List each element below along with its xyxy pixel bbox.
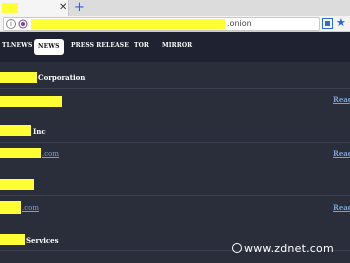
new-tab-button[interactable]: +: [74, 0, 85, 15]
read-more-link[interactable]: Read: [333, 95, 350, 105]
entry-title-redacted: [0, 125, 31, 136]
nav-item-tor[interactable]: TOR: [134, 41, 149, 51]
entry-title[interactable]: Inc: [33, 127, 46, 137]
browser-toolbar: i .onion: [0, 16, 350, 32]
entry-title-redacted: [0, 72, 37, 83]
read-more-link[interactable]: Read: [333, 149, 350, 159]
divider: [0, 195, 350, 196]
close-tab-icon[interactable]: ✕: [59, 2, 67, 14]
bookmark-star-icon[interactable]: ★: [336, 15, 346, 30]
watermark: www.zdnet.com: [232, 240, 334, 258]
entry-link[interactable]: .com: [42, 149, 59, 159]
nav-item-mirror[interactable]: MIRROR: [162, 41, 192, 51]
tab-strip: ✕ +: [0, 0, 350, 16]
site-nav: TLNEWS NEWS PRESS RELEASE TOR MIRROR: [0, 32, 350, 62]
zdnet-logo-icon: [232, 243, 242, 253]
read-more-link[interactable]: Read: [333, 203, 350, 213]
url-redacted: [31, 19, 225, 29]
entry-link-redacted[interactable]: [0, 96, 62, 107]
entry-link-redacted[interactable]: [0, 201, 21, 214]
onion-icon: [18, 19, 28, 29]
nav-item-news[interactable]: NEWS: [34, 39, 64, 55]
entry-title[interactable]: Corporation: [38, 73, 85, 83]
entry-title-redacted: [0, 179, 34, 190]
entry-link-redacted[interactable]: [0, 148, 41, 158]
address-bar[interactable]: i .onion: [3, 17, 320, 31]
entry-title[interactable]: Services: [26, 236, 59, 246]
nav-item-press-release[interactable]: PRESS RELEASE: [71, 41, 129, 51]
entry-title-redacted: [0, 234, 25, 245]
nav-item-tlnews[interactable]: TLNEWS: [2, 41, 32, 51]
browser-tab[interactable]: ✕: [0, 0, 69, 16]
info-icon[interactable]: i: [6, 19, 16, 29]
divider: [0, 142, 350, 143]
url-suffix: .onion: [227, 19, 252, 28]
entry-link[interactable]: .com: [22, 203, 39, 213]
divider: [0, 88, 350, 89]
watermark-text: www.zdnet.com: [244, 242, 334, 255]
qr-code-icon[interactable]: [322, 18, 333, 29]
tab-title-redacted: [2, 3, 18, 13]
